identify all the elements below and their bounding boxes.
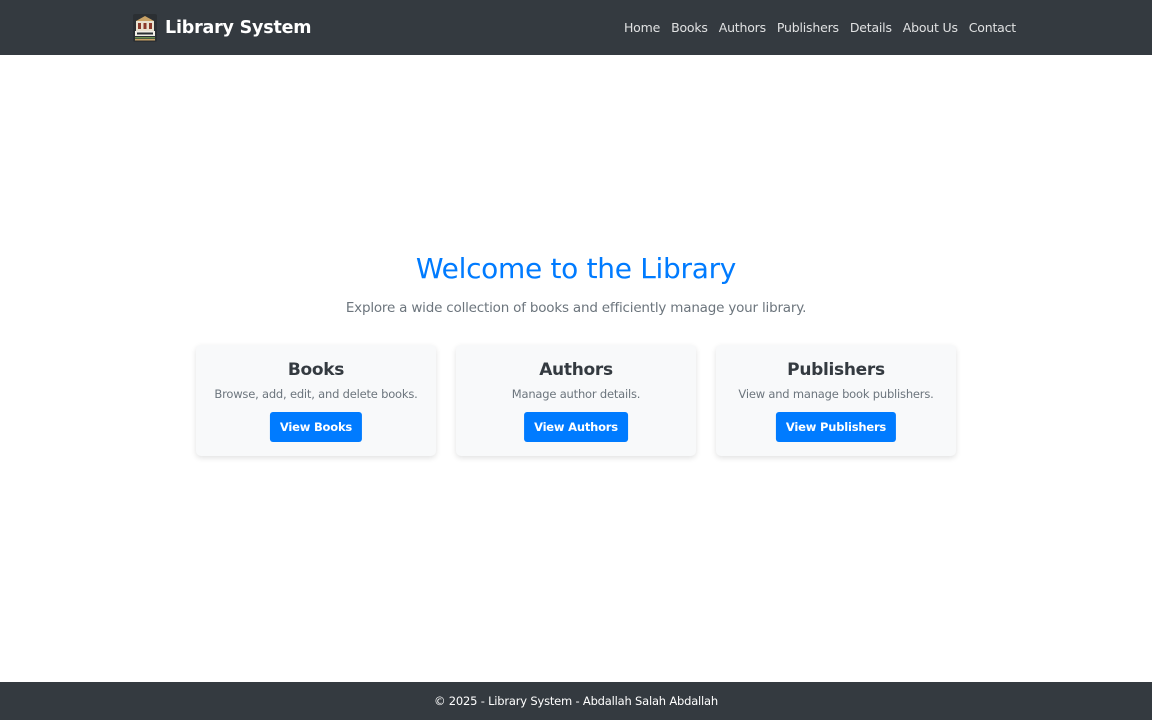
card-title: Publishers	[787, 360, 885, 380]
nav-link-details[interactable]: Details	[850, 20, 892, 35]
page-title: Welcome to the Library	[415, 252, 737, 285]
card-books: Books Browse, add, edit, and delete book…	[196, 345, 436, 456]
main-nav: Home Books Authors Publishers Details Ab…	[624, 20, 1016, 35]
view-publishers-button[interactable]: View Publishers	[775, 412, 897, 442]
library-building-icon	[133, 13, 157, 42]
page-subtitle: Explore a wide collection of books and e…	[345, 300, 807, 316]
feature-cards: Books Browse, add, edit, and delete book…	[196, 345, 956, 456]
footer-copyright: © 2025 - Library System - Abdallah Salah…	[434, 694, 718, 708]
card-publishers: Publishers View and manage book publishe…	[716, 345, 956, 456]
navbar: Library System Home Books Authors Publis…	[0, 0, 1152, 55]
nav-link-contact[interactable]: Contact	[969, 20, 1016, 35]
nav-link-books[interactable]: Books	[671, 20, 708, 35]
view-books-button[interactable]: View Books	[269, 412, 363, 442]
brand-name: Library System	[165, 17, 312, 38]
brand-link[interactable]: Library System	[132, 13, 312, 42]
nav-link-home[interactable]: Home	[624, 20, 660, 35]
card-text: View and manage book publishers.	[738, 387, 934, 401]
card-text: Browse, add, edit, and delete books.	[214, 387, 418, 401]
nav-link-publishers[interactable]: Publishers	[777, 20, 839, 35]
nav-link-about-us[interactable]: About Us	[903, 20, 958, 35]
view-authors-button[interactable]: View Authors	[524, 412, 628, 442]
nav-link-authors[interactable]: Authors	[719, 20, 766, 35]
footer: © 2025 - Library System - Abdallah Salah…	[0, 682, 1152, 720]
card-text: Manage author details.	[511, 387, 641, 401]
card-title: Authors	[539, 360, 613, 380]
navbar-container: Library System Home Books Authors Publis…	[132, 0, 1016, 55]
card-authors: Authors Manage author details. View Auth…	[456, 345, 696, 456]
card-title: Books	[287, 360, 345, 380]
